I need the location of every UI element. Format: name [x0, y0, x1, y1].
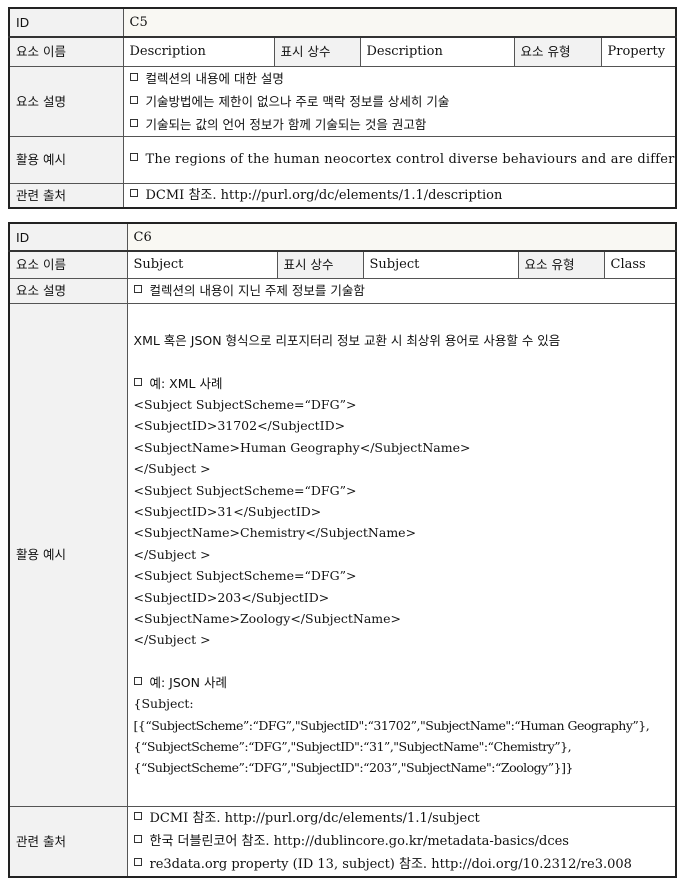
id-label: ID: [8, 222, 128, 252]
element-name-row: 요소 이름 Description 표시 상수 Description 요소 유…: [8, 36, 677, 67]
element-name-row: 요소 이름 Subject 표시 상수 Subject 요소 유형 Class: [8, 250, 677, 279]
json-line: {“SubjectScheme”:“DFG”,"SubjectID":“31”,…: [133, 739, 572, 755]
bullet-icon: [133, 285, 142, 293]
bullet-icon: [129, 95, 138, 104]
bullet-icon: [133, 676, 142, 685]
element-name-value: Subject: [126, 250, 278, 279]
json-line: [{“SubjectScheme”:“DFG”,"SubjectID":“317…: [133, 717, 650, 733]
source-item: DCMI 참조. http://purl.org/dc/elements/1.1…: [129, 184, 670, 207]
display-label: 표시 상수: [273, 36, 361, 67]
example-row: 활용 예시 The regions of the human neocortex…: [8, 135, 677, 184]
description-item: 컬렉션의 내용이 지닌 주제 정보를 기술함: [133, 279, 670, 302]
example-label: 활용 예시: [8, 135, 124, 184]
json-line: {Subject:: [133, 696, 194, 712]
bullet-icon: [129, 153, 138, 161]
example-text: The regions of the human neocortex contr…: [145, 152, 676, 167]
id-label: ID: [8, 7, 124, 38]
example-label: 활용 예시: [8, 302, 128, 807]
metadata-table-c6: ID C6 요소 이름 Subject 표시 상수 Subject 요소 유형 …: [8, 222, 677, 878]
xml-line: <Subject SubjectScheme=“DFG”>: [133, 568, 357, 584]
bullet-icon: [133, 377, 142, 386]
description-item: 컬렉션의 내용에 대한 설명: [129, 67, 670, 90]
element-name-value: Description: [122, 36, 275, 67]
element-name-label: 요소 이름: [8, 250, 128, 279]
source-label: 관련 출처: [8, 805, 128, 877]
example-cell: The regions of the human neocortex contr…: [122, 135, 677, 184]
bullet-icon: [129, 188, 138, 197]
example-row: 활용 예시 XML 혹은 JSON 형식으로 리포지터리 정보 교환 시 최상위…: [8, 302, 677, 807]
description-row: 요소 설명 컬렉션의 내용에 대한 설명 기술방법에는 제한이 없으나 주로 맥…: [8, 65, 677, 137]
xml-line: <SubjectName>Chemistry</SubjectName>: [133, 525, 417, 541]
id-row: ID C6: [8, 222, 677, 252]
example-intro: XML 혹은 JSON 형식으로 리포지터리 정보 교환 시 최상위 용어로 사…: [133, 333, 561, 349]
xml-heading: 예: XML 사례: [133, 373, 670, 394]
source-row: 관련 출처 DCMI 참조. http://purl.org/dc/elemen…: [8, 805, 677, 877]
description-label: 요소 설명: [8, 65, 124, 137]
id-row: ID C5: [8, 7, 677, 38]
source-cell: DCMI 참조. http://purl.org/dc/elements/1.1…: [122, 182, 677, 209]
source-item: DCMI 참조. http://purl.org/dc/elements/1.1…: [133, 807, 670, 830]
description-item: 기술되는 값의 언어 정보가 함께 기술되는 것을 권고함: [129, 113, 670, 136]
xml-line: <SubjectName>Zoology</SubjectName>: [133, 611, 402, 627]
example-cell: XML 혹은 JSON 형식으로 리포지터리 정보 교환 시 최상위 용어로 사…: [126, 302, 677, 807]
xml-line: <SubjectName>Human Geography</SubjectNam…: [133, 439, 471, 455]
xml-line: <SubjectID>203</SubjectID>: [133, 589, 330, 605]
id-value: C5: [122, 7, 677, 38]
xml-line: </Subject >: [133, 632, 211, 648]
json-line: {“SubjectScheme”:“DFG”,"SubjectID":“203”…: [133, 760, 574, 776]
xml-line: <SubjectID>31702</SubjectID>: [133, 418, 346, 434]
id-value: C6: [126, 222, 677, 252]
bullet-icon: [129, 72, 138, 81]
element-name-label: 요소 이름: [8, 36, 124, 67]
display-value: Description: [359, 36, 515, 67]
element-type-label: 요소 유형: [517, 250, 605, 279]
description-cell: 컬렉션의 내용에 대한 설명 기술방법에는 제한이 없으나 주로 맥락 정보를 …: [122, 65, 677, 137]
xml-line: <SubjectID>31</SubjectID>: [133, 503, 322, 519]
bullet-icon: [133, 811, 142, 820]
source-item: re3data.org property (ID 13, subject) 참조…: [133, 853, 670, 876]
xml-line: <Subject SubjectScheme=“DFG”>: [133, 482, 357, 498]
description-label: 요소 설명: [8, 277, 128, 304]
metadata-table-c5: ID C5 요소 이름 Description 표시 상수 Descriptio…: [8, 7, 677, 209]
source-cell: DCMI 참조. http://purl.org/dc/elements/1.1…: [126, 805, 677, 877]
element-type-label: 요소 유형: [513, 36, 602, 67]
element-type-value: Property: [600, 36, 677, 67]
xml-line: </Subject >: [133, 461, 211, 477]
display-label: 표시 상수: [276, 250, 364, 279]
source-item: 한국 더블린코어 참조. http://dublincore.go.kr/met…: [133, 830, 670, 853]
bullet-icon: [129, 118, 138, 127]
bullet-icon: [133, 834, 142, 843]
description-row: 요소 설명 컬렉션의 내용이 지닌 주제 정보를 기술함: [8, 277, 677, 304]
xml-line: <Subject SubjectScheme=“DFG”>: [133, 396, 357, 412]
description-cell: 컬렉션의 내용이 지닌 주제 정보를 기술함: [126, 277, 677, 304]
description-item: 기술방법에는 제한이 없으나 주로 맥락 정보를 상세히 기술: [129, 90, 670, 113]
element-type-value: Class: [603, 250, 677, 279]
display-value: Subject: [362, 250, 519, 279]
bullet-icon: [133, 857, 142, 866]
json-heading: 예: JSON 사례: [133, 672, 670, 693]
xml-line: </Subject >: [133, 546, 211, 562]
source-label: 관련 출처: [8, 182, 124, 209]
source-row: 관련 출처 DCMI 참조. http://purl.org/dc/elemen…: [8, 182, 677, 209]
